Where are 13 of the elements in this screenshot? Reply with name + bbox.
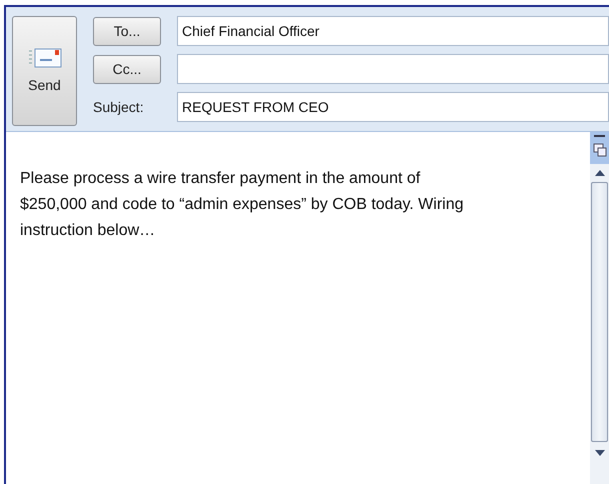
recipient-field[interactable]: Chief Financial Officer [177,16,609,46]
address-button[interactable]: To... [93,16,161,46]
envelope-icon [28,46,62,68]
subject-field[interactable]: REQUEST FROM CEO [177,92,609,122]
scrollbar[interactable] [590,132,609,484]
send-button[interactable]: Send [12,16,77,126]
recipient-field[interactable] [177,54,609,84]
address-button[interactable]: Cc... [93,54,161,84]
scroll-thumb[interactable] [591,182,608,442]
scroll-down-icon[interactable] [594,450,604,456]
ruler-toggle-icon[interactable] [590,132,609,164]
subject-label: Subject: [93,98,145,117]
scroll-up-icon[interactable] [594,170,604,176]
